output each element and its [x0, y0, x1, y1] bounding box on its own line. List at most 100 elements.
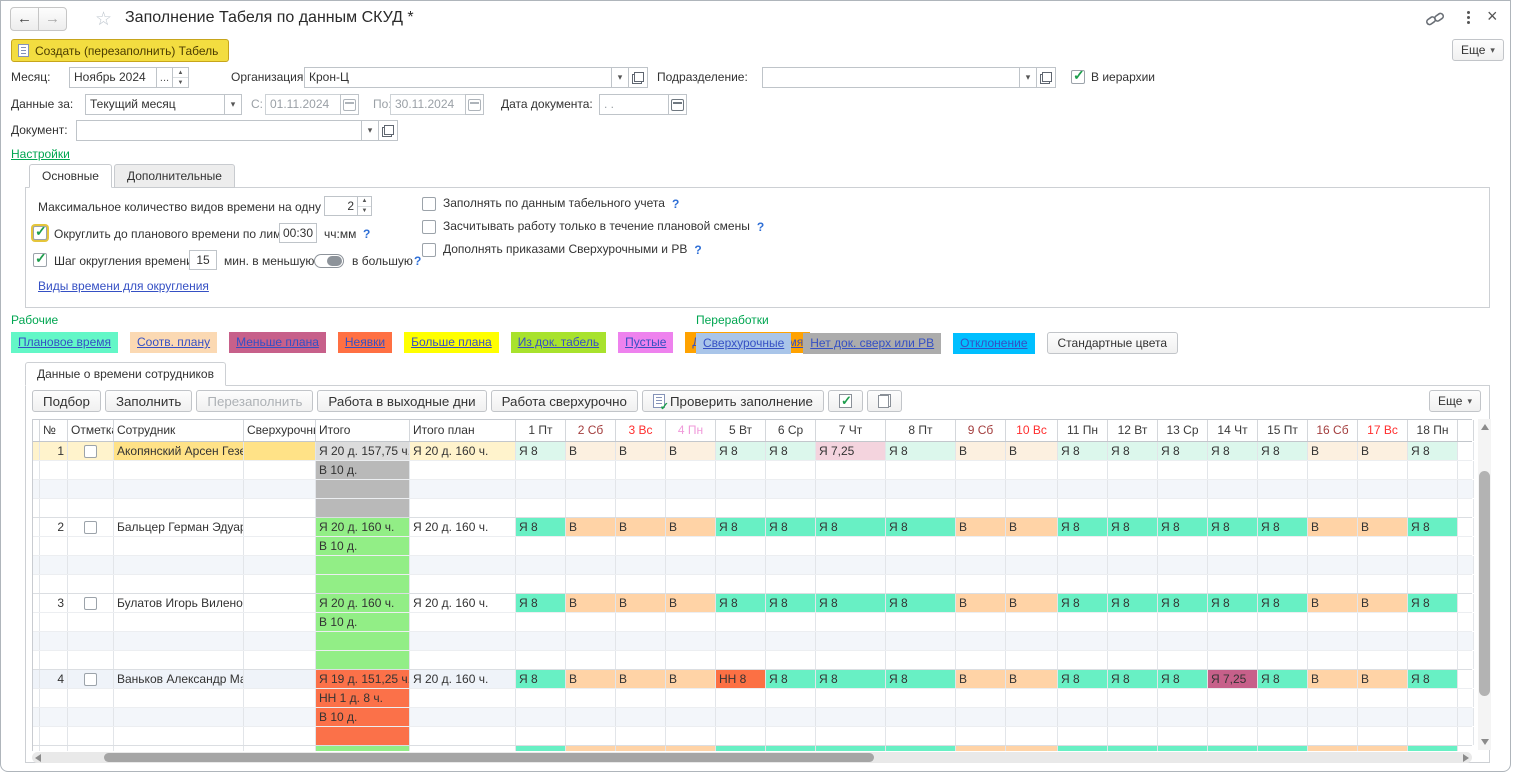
day-cell[interactable] [566, 480, 616, 498]
day-cell[interactable] [1208, 689, 1258, 707]
standard-colors-button[interactable]: Стандартные цвета [1047, 332, 1179, 354]
legend-chip[interactable]: Соотв. плану [130, 332, 217, 353]
doc-date-calendar-button[interactable] [668, 94, 687, 115]
day-cell[interactable] [886, 461, 956, 479]
day-cell[interactable] [886, 651, 956, 669]
day-cell[interactable]: Я 8 [886, 442, 956, 460]
day-cell[interactable] [886, 537, 956, 555]
checkbox[interactable] [422, 243, 436, 257]
day-cell[interactable] [616, 480, 666, 498]
day-cell[interactable] [1006, 613, 1058, 631]
organization-input[interactable]: Крон-Ц [304, 67, 612, 88]
day-cell[interactable]: Я 8 [1408, 442, 1458, 460]
day-cell[interactable]: Я 8 [1408, 518, 1458, 536]
legend-chip[interactable]: Неявки [338, 332, 392, 353]
day-cell[interactable] [956, 708, 1006, 726]
day-cell[interactable] [516, 575, 566, 593]
day-cell[interactable] [1358, 727, 1408, 745]
day-cell[interactable] [516, 613, 566, 631]
day-cell[interactable] [1358, 575, 1408, 593]
day-cell[interactable] [1258, 556, 1308, 574]
day-cell[interactable] [1108, 537, 1158, 555]
day-cell[interactable] [1408, 632, 1458, 650]
day-cell[interactable] [1006, 689, 1058, 707]
day-cell[interactable] [1208, 575, 1258, 593]
day-cell[interactable] [1058, 632, 1108, 650]
day-cell[interactable] [1408, 651, 1458, 669]
day-cell[interactable]: Я 8 [886, 670, 956, 688]
table-row-line[interactable]: 3Булатов Игорь Виленов…Я 20 д. 160 ч.Я 2… [33, 594, 1472, 613]
day-cell[interactable]: В [1308, 518, 1358, 536]
table-row-line[interactable]: В 10 д. [33, 613, 1472, 632]
day-cell[interactable] [1108, 556, 1158, 574]
day-cell[interactable]: В [1006, 670, 1058, 688]
day-cell[interactable] [1108, 651, 1158, 669]
month-spinner[interactable]: ▲▼ [172, 67, 189, 88]
from-date-input[interactable]: 01.11.2024 [265, 94, 341, 115]
day-cell[interactable]: В [1006, 594, 1058, 612]
day-cell[interactable]: Я 8 [1258, 518, 1308, 536]
day-cell[interactable]: В [1358, 594, 1408, 612]
day-cell[interactable] [1258, 537, 1308, 555]
day-cell[interactable] [516, 689, 566, 707]
day-cell[interactable] [816, 727, 886, 745]
day-cell[interactable] [1158, 727, 1208, 745]
day-cell[interactable] [1358, 556, 1408, 574]
day-cell[interactable] [1358, 689, 1408, 707]
day-cell[interactable] [566, 727, 616, 745]
day-cell[interactable] [666, 499, 716, 517]
day-cell[interactable]: Я 8 [816, 670, 886, 688]
day-cell[interactable]: Я 8 [766, 442, 816, 460]
day-cell[interactable] [516, 537, 566, 555]
day-cell[interactable] [1058, 613, 1108, 631]
day-cell[interactable] [566, 632, 616, 650]
scroll-right-icon[interactable] [1463, 754, 1469, 762]
help-icon[interactable]: ? [757, 220, 764, 234]
help-icon[interactable]: ? [414, 251, 421, 271]
day-cell[interactable] [666, 708, 716, 726]
settings-link[interactable]: Настройки [11, 147, 70, 161]
day-cell[interactable] [1308, 499, 1358, 517]
day-cell[interactable]: Я 8 [1058, 518, 1108, 536]
table-row-line[interactable]: В 10 д. [33, 708, 1472, 727]
round-types-link[interactable]: Виды времени для округления [38, 279, 209, 293]
day-cell[interactable]: Я 8 [1058, 442, 1108, 460]
day-cell[interactable] [1308, 575, 1358, 593]
day-cell[interactable]: Я 8 [816, 518, 886, 536]
day-cell[interactable] [1208, 461, 1258, 479]
day-cell[interactable] [1058, 461, 1108, 479]
day-cell[interactable] [956, 689, 1006, 707]
day-cell[interactable] [766, 708, 816, 726]
day-cell[interactable] [1258, 613, 1308, 631]
day-cell[interactable] [1258, 727, 1308, 745]
day-cell[interactable] [1258, 461, 1308, 479]
row-checkbox[interactable] [84, 445, 97, 458]
day-cell[interactable]: Я 8 [1258, 670, 1308, 688]
day-cell[interactable]: В [666, 594, 716, 612]
day-cell[interactable]: Я 8 [716, 442, 766, 460]
day-cell[interactable] [1208, 651, 1258, 669]
day-cell[interactable] [1158, 499, 1208, 517]
day-cell[interactable] [1108, 461, 1158, 479]
toolbar-icon-button[interactable] [828, 390, 863, 412]
organization-dropdown-button[interactable]: ▾ [611, 67, 629, 88]
create-timesheet-button[interactable]: Создать (перезаполнить) Табель [11, 39, 229, 62]
forward-button[interactable]: → [38, 7, 67, 31]
day-cell[interactable] [1058, 689, 1108, 707]
spin-up-icon[interactable]: ▲ [173, 68, 188, 78]
day-cell[interactable] [1058, 708, 1108, 726]
round-limit-checkbox[interactable] [33, 226, 47, 240]
day-cell[interactable]: Я 8 [1408, 594, 1458, 612]
day-cell[interactable] [1308, 651, 1358, 669]
round-direction-toggle[interactable] [314, 254, 344, 268]
day-cell[interactable]: В [616, 670, 666, 688]
day-cell[interactable] [816, 632, 886, 650]
day-cell[interactable] [566, 461, 616, 479]
day-cell[interactable]: В [1358, 442, 1408, 460]
day-cell[interactable] [516, 651, 566, 669]
scroll-down-icon[interactable] [1481, 739, 1489, 745]
day-cell[interactable] [886, 727, 956, 745]
day-cell[interactable]: В [1308, 594, 1358, 612]
day-cell[interactable] [666, 556, 716, 574]
day-cell[interactable]: Я 7,25 [816, 442, 886, 460]
